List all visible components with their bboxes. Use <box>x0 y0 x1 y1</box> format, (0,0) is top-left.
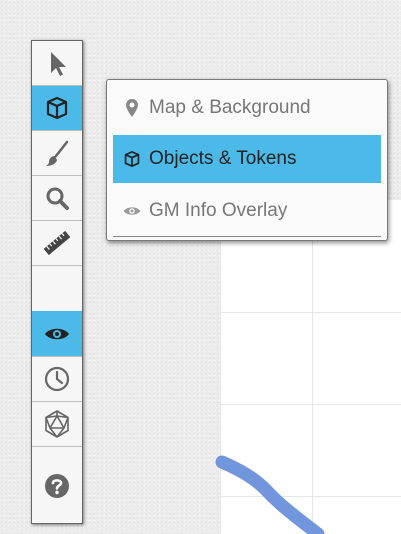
dice-roller-button[interactable] <box>32 402 82 446</box>
d20-dice-icon <box>45 410 69 438</box>
ruler-icon <box>43 230 71 256</box>
divider <box>32 446 82 447</box>
menu-item-label: Objects & Tokens <box>149 148 297 169</box>
draw-tool-button[interactable] <box>32 131 82 175</box>
menu-item-gm-info-overlay[interactable]: GM Info Overlay <box>113 187 381 235</box>
clock-icon <box>44 366 70 392</box>
fog-tool-button[interactable] <box>32 311 82 356</box>
measure-tool-button[interactable] <box>32 221 82 265</box>
divider <box>32 265 82 266</box>
menu-divider <box>113 236 381 237</box>
magnifier-icon <box>46 187 69 210</box>
eye-icon <box>45 328 69 339</box>
pointer-arrow-icon <box>51 52 66 76</box>
menu-item-label: Map & Background <box>149 97 311 118</box>
layer-menu: Map & Background Objects & Tokens GM Inf… <box>106 79 388 241</box>
cube-icon <box>121 149 143 169</box>
help-button[interactable] <box>32 461 82 511</box>
menu-item-map-background[interactable]: Map & Background <box>113 84 381 132</box>
eye-icon <box>121 204 143 218</box>
select-tool-button[interactable] <box>32 41 82 85</box>
menu-item-objects-tokens[interactable]: Objects & Tokens <box>113 135 381 183</box>
tool-palette <box>31 40 83 524</box>
map-pin-icon <box>121 98 143 118</box>
help-circle-icon <box>45 474 69 498</box>
paintbrush-icon <box>46 140 69 166</box>
zoom-tool-button[interactable] <box>32 176 82 220</box>
layers-tool-button[interactable] <box>32 86 82 130</box>
turn-tracker-button[interactable] <box>32 357 82 401</box>
cube-icon <box>46 96 68 120</box>
menu-item-label: GM Info Overlay <box>149 200 288 221</box>
